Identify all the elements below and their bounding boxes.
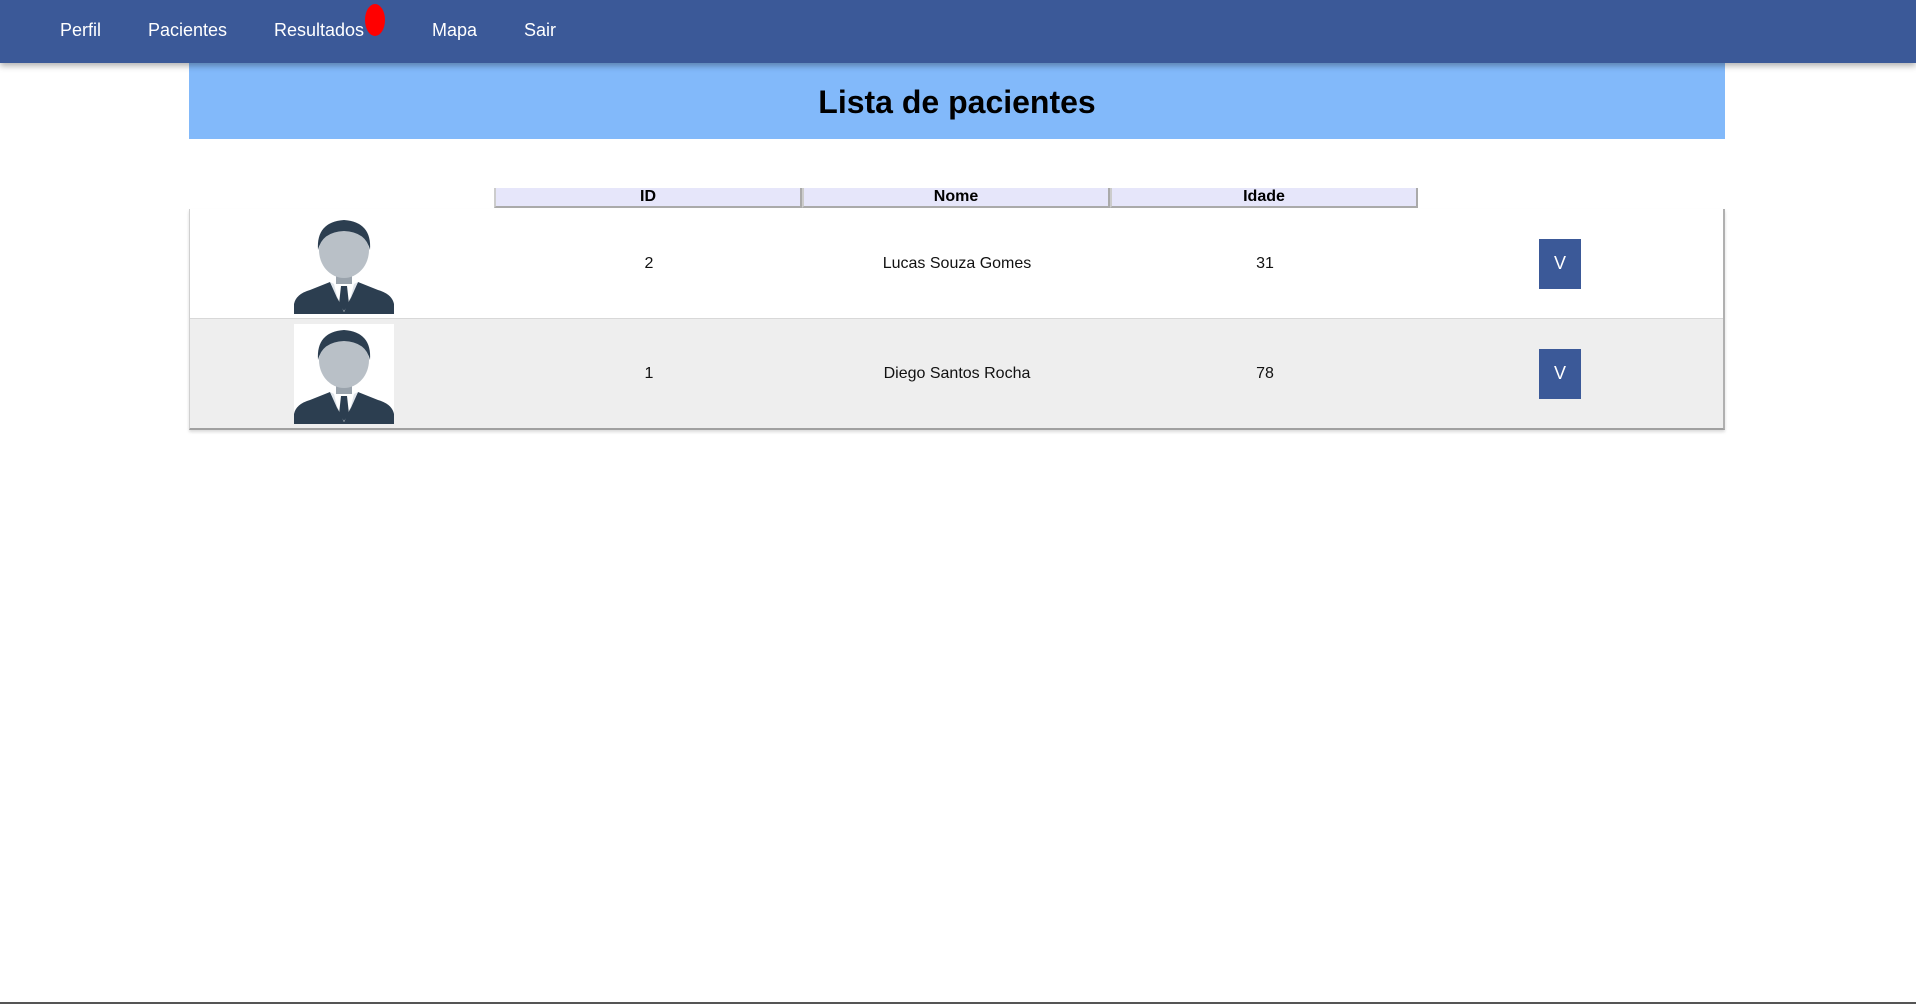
avatar-cell [294, 209, 394, 318]
action-cell: V [1500, 209, 1620, 318]
view-patient-button[interactable]: V [1539, 348, 1581, 399]
avatar-cell [294, 319, 394, 428]
nav-perfil[interactable]: Perfil [60, 19, 101, 41]
user-avatar-icon [294, 213, 394, 314]
column-header-id: ID [494, 188, 802, 208]
cell-id: 1 [644, 364, 654, 382]
cell-nome: Lucas Souza Gomes [882, 254, 1032, 272]
page-header-banner: Lista de pacientes [189, 63, 1725, 139]
column-header-idade: Idade [1110, 188, 1418, 208]
notification-dot-icon [365, 4, 385, 36]
view-patient-button[interactable]: V [1539, 238, 1581, 289]
cell-id: 2 [644, 254, 654, 272]
action-cell: V [1500, 319, 1620, 428]
column-header-nome: Nome [802, 188, 1110, 208]
nav-pacientes[interactable]: Pacientes [148, 19, 227, 41]
page-title: Lista de pacientes [818, 83, 1096, 120]
cell-idade: 31 [1256, 254, 1274, 272]
table-row: 2 Lucas Souza Gomes 31 V [190, 209, 1723, 319]
table-row: 1 Diego Santos Rocha 78 V [190, 319, 1723, 428]
cell-idade: 78 [1256, 364, 1274, 382]
top-navbar: Perfil Pacientes Resultados Mapa Sair [0, 0, 1916, 63]
nav-sair[interactable]: Sair [524, 19, 556, 41]
nav-resultados[interactable]: Resultados [274, 19, 364, 41]
nav-mapa[interactable]: Mapa [432, 19, 477, 41]
user-avatar-icon [294, 323, 394, 424]
cell-nome: Diego Santos Rocha [883, 364, 1031, 382]
patients-table: 2 Lucas Souza Gomes 31 V 1 Diego Santos … [189, 209, 1725, 430]
